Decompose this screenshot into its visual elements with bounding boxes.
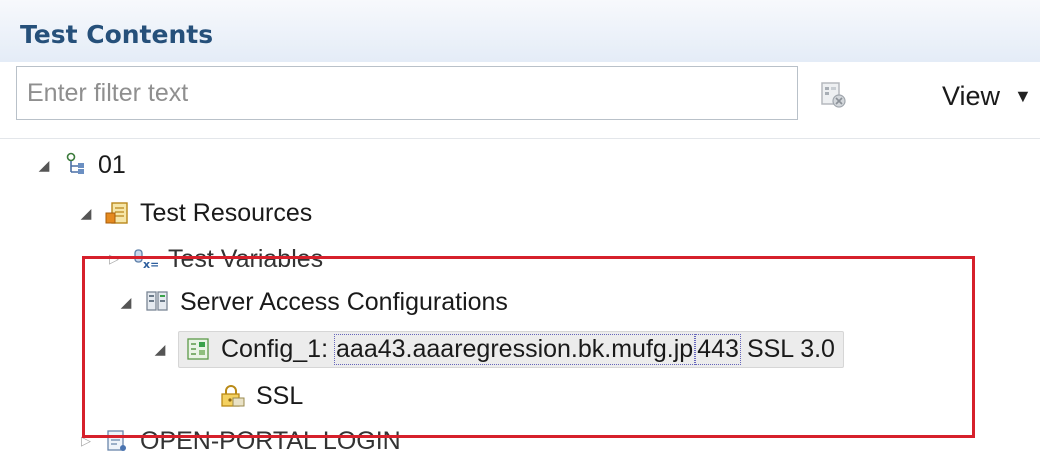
expand-toggle-icon[interactable]: ◢ [118,294,134,311]
tree-label-test-variables: Test Variables [168,244,324,273]
tree-label-test-resources: Test Resources [140,198,313,227]
svg-text:x=: x= [143,258,158,271]
expand-toggle-icon[interactable]: ▷ [106,251,122,267]
tree-label-open-portal-login: OPEN-PORTAL LOGIN [140,426,401,455]
view-menu-button[interactable]: View ▼ [942,76,1032,116]
config-port: 443 [695,333,741,365]
panel-header: Test Contents [0,0,1040,62]
filter-input[interactable]: Enter filter text [16,66,798,120]
tree-item-config-1[interactable]: ◢ Config_1: aaa43.aaaregression.bk.mufg.… [152,329,844,369]
expand-toggle-icon[interactable]: ◢ [36,157,52,174]
chevron-down-icon: ▼ [1014,85,1032,106]
clear-filter-icon[interactable] [818,80,848,110]
tree-item-server-access[interactable]: ◢ Server Access Configurations [118,282,508,322]
test-page-icon [107,430,126,451]
view-menu-label: View [942,80,1001,111]
test-suite-icon [66,152,84,174]
config-name: Config_1: [221,334,329,363]
test-resources-icon [105,202,128,224]
expand-toggle-icon[interactable]: ▷ [78,433,94,449]
tree-item-open-portal-login[interactable]: ▷ OPEN-PORTAL LOGIN [78,421,401,461]
variables-icon: x= [134,249,158,271]
config-ssl-version: SSL 3.0 [746,334,835,363]
tree-item-test-variables[interactable]: ▷ x= Test Variables [106,239,323,279]
ssl-lock-icon [221,385,245,407]
config-host: aaa43.aaaregression.bk.mufg.jp [334,333,696,365]
tree-label-ssl: SSL [256,381,304,410]
config-icon [187,338,209,360]
tree-label-root: 01 [98,150,126,179]
expand-toggle-icon[interactable]: ◢ [152,341,168,358]
server-config-icon [146,291,168,311]
tree-item-ssl[interactable]: SSL [220,376,303,416]
tree-item-root[interactable]: ◢ 01 [36,145,126,185]
tree-item-test-resources[interactable]: ◢ Test Resources [78,193,313,233]
tree-label-server-access: Server Access Configurations [180,287,508,316]
expand-toggle-icon[interactable]: ◢ [78,205,94,222]
panel-title: Test Contents [20,20,214,49]
selected-item-highlight[interactable]: Config_1: aaa43.aaaregression.bk.mufg.jp… [178,330,844,368]
